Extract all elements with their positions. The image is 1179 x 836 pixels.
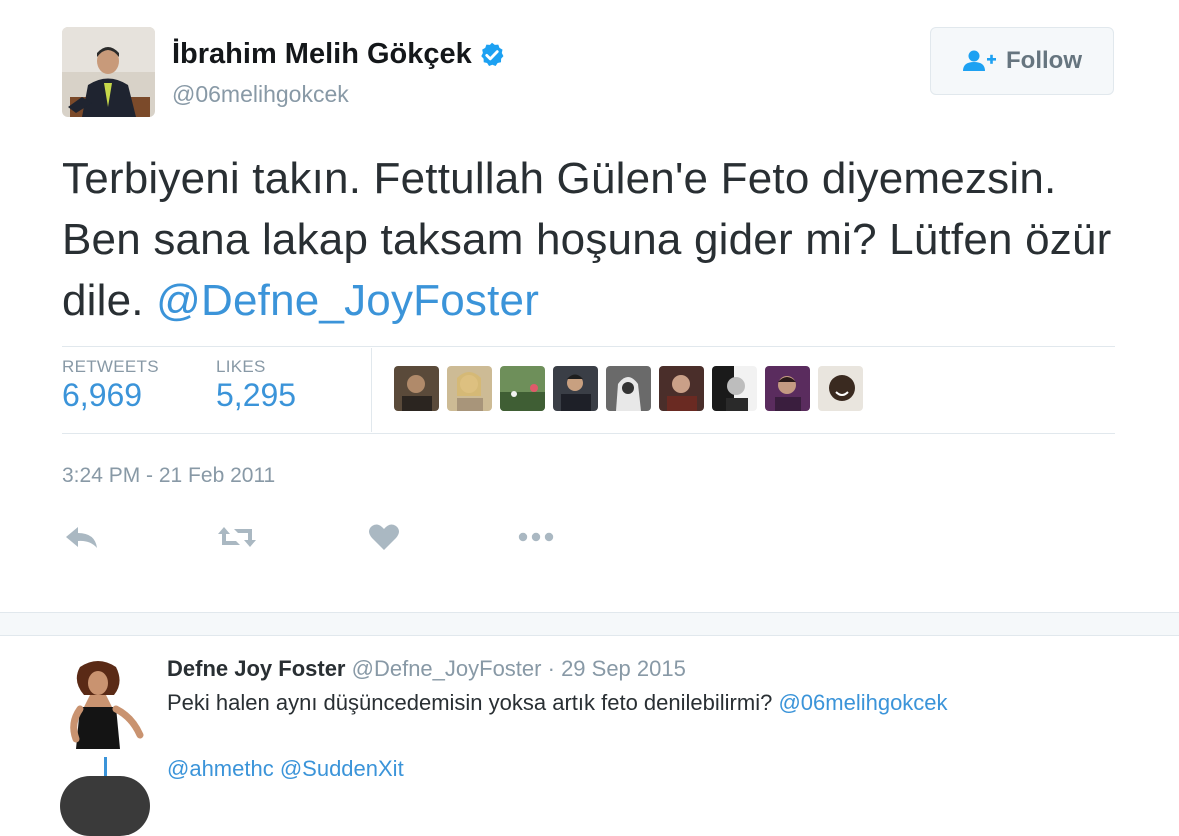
retweet-icon bbox=[218, 527, 256, 547]
follow-button-label: Follow bbox=[1006, 47, 1082, 74]
display-name-text: İbrahim Melih Gökçek bbox=[172, 38, 472, 70]
likes-label: LIKES bbox=[216, 357, 266, 376]
likes-count: 5,295 bbox=[216, 377, 297, 413]
verified-badge-icon bbox=[481, 42, 504, 66]
display-name[interactable]: İbrahim Melih Gökçek bbox=[172, 38, 506, 71]
liker-avatar[interactable] bbox=[765, 366, 810, 411]
next-reply-avatar[interactable] bbox=[60, 776, 150, 836]
retweets-label: RETWEETS bbox=[62, 357, 159, 376]
more-icon bbox=[518, 532, 554, 542]
tweet-timestamp[interactable]: 3:24 PM - 21 Feb 2011 bbox=[62, 464, 275, 488]
retweets-stat[interactable]: RETWEETS 6,969 bbox=[62, 357, 159, 414]
reply-author-handle[interactable]: @Defne_JoyFoster bbox=[352, 656, 542, 681]
like-button[interactable] bbox=[368, 520, 400, 554]
reply-header: Defne Joy Foster @Defne_JoyFoster · 29 S… bbox=[167, 656, 686, 682]
liker-avatar[interactable] bbox=[553, 366, 598, 411]
stats-vertical-divider bbox=[371, 348, 372, 432]
liker-avatar[interactable] bbox=[606, 366, 651, 411]
tweet-text: Terbiyeni takın. Fettullah Gülen'e Feto … bbox=[62, 148, 1142, 331]
retweet-button[interactable] bbox=[216, 520, 258, 554]
reply-mentions-line[interactable]: @ahmethc @SuddenXit bbox=[167, 756, 404, 782]
liker-avatars bbox=[394, 366, 863, 411]
liker-avatar[interactable] bbox=[394, 366, 439, 411]
user-handle[interactable]: @06melihgokcek bbox=[172, 81, 349, 108]
liker-avatar[interactable] bbox=[818, 366, 863, 411]
reply-avatar[interactable] bbox=[62, 657, 144, 749]
follow-button[interactable]: Follow bbox=[930, 27, 1114, 95]
reply-separator: · bbox=[547, 656, 555, 681]
liker-avatar[interactable] bbox=[712, 366, 757, 411]
reply-body: Peki halen aynı düşüncedemisin yoksa art… bbox=[167, 690, 773, 715]
likes-stat[interactable]: LIKES 5,295 bbox=[216, 357, 296, 414]
reply-text: Peki halen aynı düşüncedemisin yoksa art… bbox=[167, 690, 948, 716]
liker-avatar[interactable] bbox=[500, 366, 545, 411]
add-user-icon bbox=[963, 50, 996, 71]
section-divider bbox=[0, 612, 1179, 636]
liker-avatar[interactable] bbox=[447, 366, 492, 411]
retweets-count: 6,969 bbox=[62, 377, 143, 413]
reply-mention-link[interactable]: @06melihgokcek bbox=[778, 690, 947, 715]
reply-button[interactable] bbox=[64, 520, 100, 554]
more-button[interactable] bbox=[516, 520, 556, 554]
reply-author-name[interactable]: Defne Joy Foster bbox=[167, 656, 346, 681]
stats-bottom-divider bbox=[62, 433, 1115, 434]
liker-avatar[interactable] bbox=[659, 366, 704, 411]
tweet-mention-link[interactable]: @Defne_JoyFoster bbox=[156, 276, 539, 325]
like-icon bbox=[369, 524, 399, 550]
reply-date[interactable]: 29 Sep 2015 bbox=[561, 656, 686, 681]
stats-top-divider bbox=[62, 346, 1115, 347]
profile-avatar[interactable] bbox=[62, 27, 155, 117]
reply-icon bbox=[66, 527, 97, 548]
